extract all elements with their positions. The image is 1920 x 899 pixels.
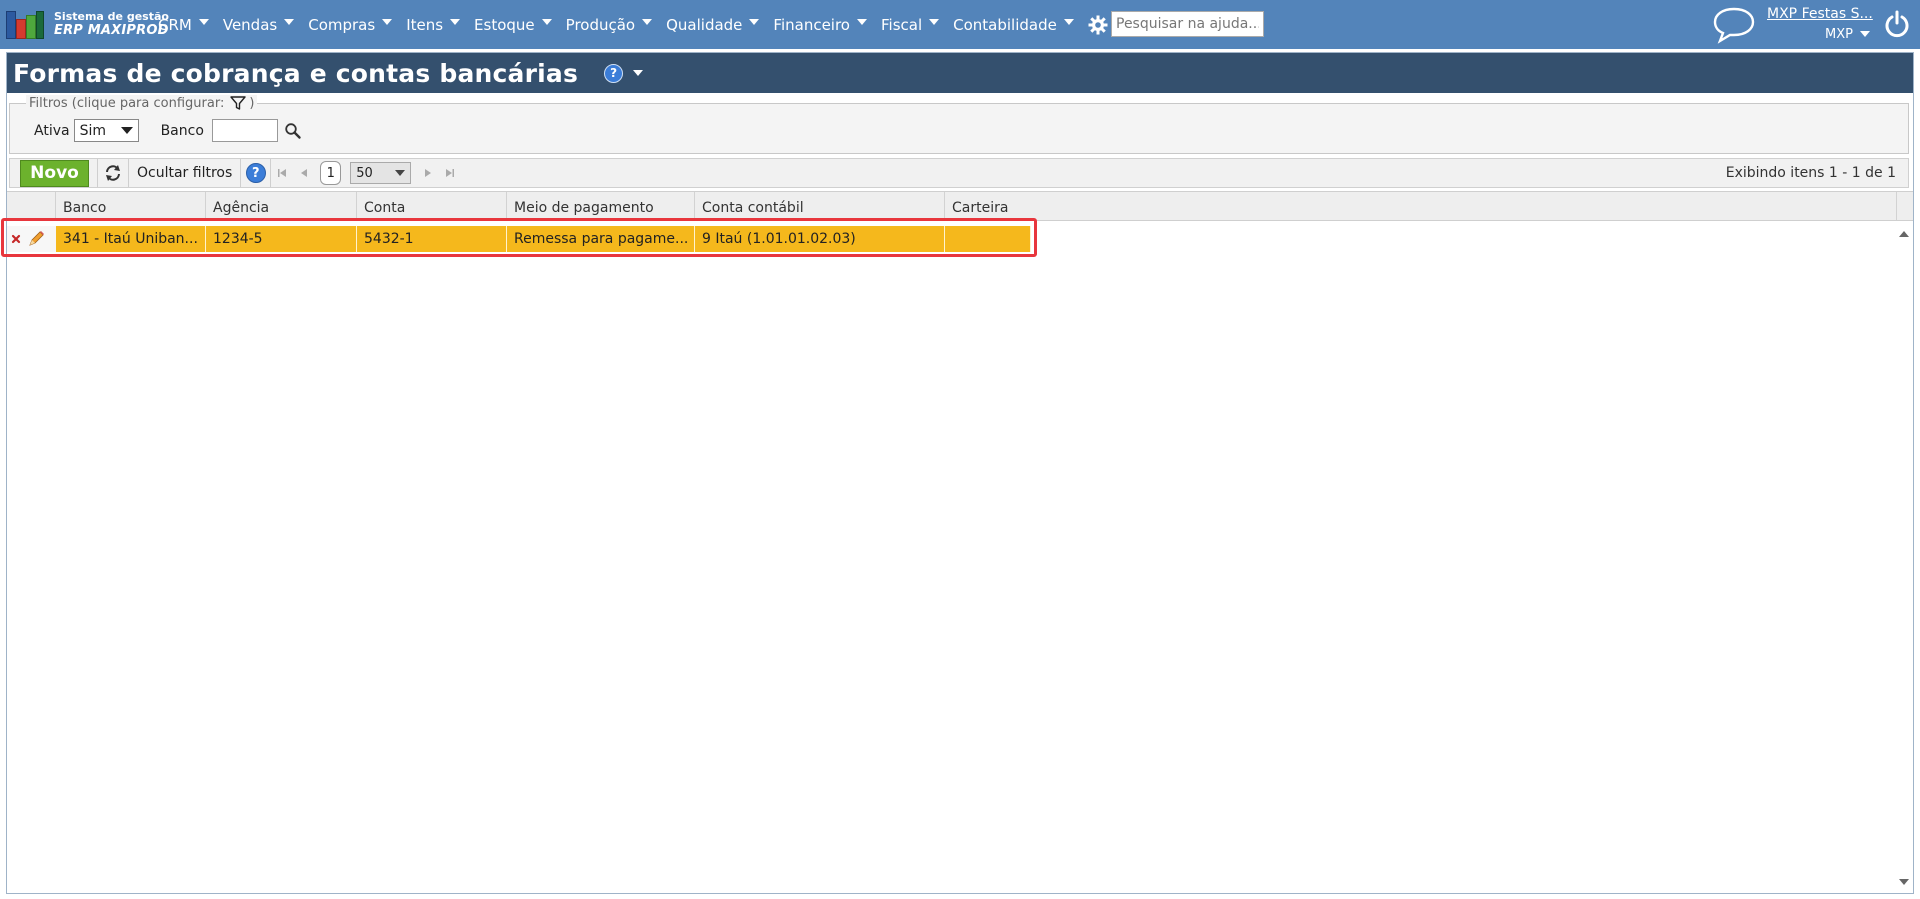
column-header-banco[interactable]: Banco xyxy=(56,192,206,220)
chevron-down-icon xyxy=(929,18,940,25)
menu-compras[interactable]: Compras xyxy=(308,16,393,34)
banco-input[interactable] xyxy=(211,119,278,142)
column-header-conta[interactable]: Conta xyxy=(357,192,507,220)
ativa-select[interactable]: Sim xyxy=(73,119,139,142)
menu-financeiro[interactable]: Financeiro xyxy=(773,16,867,34)
menu-contabilidade[interactable]: Contabilidade xyxy=(953,16,1074,34)
menu-fiscal[interactable]: Fiscal xyxy=(881,16,940,34)
chevron-down-icon xyxy=(120,127,133,134)
actions-column-header xyxy=(7,192,56,220)
menu-producao[interactable]: Produção xyxy=(566,16,653,34)
chevron-down-icon xyxy=(857,18,867,25)
chevron-down-icon xyxy=(198,18,209,25)
filter-row: Ativa Sim Banco xyxy=(34,119,302,142)
column-header-agencia[interactable]: Agência xyxy=(206,192,357,220)
grid-scrollbar[interactable] xyxy=(1895,221,1913,893)
chevron-down-icon xyxy=(1859,30,1870,37)
filters-legend[interactable]: Filtros (clique para configurar: ) xyxy=(26,95,258,111)
grid-help-button[interactable]: ? xyxy=(241,159,272,187)
hide-filters-button[interactable]: Ocultar filtros xyxy=(128,159,242,187)
banco-label: Banco xyxy=(160,122,204,139)
top-navbar: Sistema de gestão ERP MAXIPROD CRM Venda… xyxy=(0,0,1920,49)
user-name-link[interactable]: MXP Festas S... xyxy=(1767,6,1873,22)
refresh-icon xyxy=(106,165,120,181)
chevron-down-icon xyxy=(284,18,295,25)
last-page-button[interactable] xyxy=(439,159,461,187)
novo-button[interactable]: Novo xyxy=(20,159,89,187)
first-page-button[interactable] xyxy=(271,159,293,187)
menu-crm[interactable]: CRM xyxy=(158,16,209,34)
help-icon: ? xyxy=(245,163,266,183)
chevron-down-icon xyxy=(382,18,393,25)
page-title: Formas de cobrança e contas bancárias xyxy=(13,58,579,88)
app-logo[interactable]: Sistema de gestão ERP MAXIPROD xyxy=(6,7,169,41)
help-search-input[interactable] xyxy=(1111,11,1264,37)
current-page-input[interactable]: 1 xyxy=(320,161,342,185)
gear-icon xyxy=(1088,15,1108,34)
filters-panel: Filtros (clique para configurar: ) Ativa… xyxy=(9,95,1909,154)
help-icon[interactable]: ? xyxy=(604,63,624,83)
grid-body: 341 - Itaú Uniban... 1234-5 5432-1 Remes… xyxy=(7,221,1895,893)
prev-page-icon xyxy=(301,169,308,177)
next-page-button[interactable] xyxy=(417,159,439,187)
chevron-down-icon xyxy=(642,18,653,25)
menu-itens[interactable]: Itens xyxy=(406,16,461,34)
grid-toolbar: Novo Ocultar filtros ? 1 50 Exibindo ite… xyxy=(9,158,1909,188)
chevron-down-icon xyxy=(1063,18,1074,25)
row-highlight-annotation xyxy=(1,218,1037,257)
chevron-down-icon xyxy=(749,18,760,25)
logo-line1: Sistema de gestão xyxy=(54,10,169,23)
company-selector[interactable]: MXP xyxy=(1825,27,1870,42)
column-header-carteira[interactable]: Carteira xyxy=(945,192,1897,220)
menu-vendas[interactable]: Vendas xyxy=(223,16,295,34)
filter-icon[interactable] xyxy=(230,95,247,111)
first-page-icon xyxy=(278,169,287,177)
chat-bubble-icon[interactable] xyxy=(1712,6,1756,44)
logo-line2: ERP MAXIPROD xyxy=(54,23,169,38)
page-frame: Formas de cobrança e contas bancárias ? … xyxy=(6,52,1914,894)
chevron-down-icon[interactable] xyxy=(633,70,644,76)
chevron-down-icon xyxy=(450,18,461,25)
main-menu: CRM Vendas Compras Itens Estoque Produçã… xyxy=(158,0,1196,49)
scroll-down-icon[interactable] xyxy=(1895,875,1913,889)
menu-qualidade[interactable]: Qualidade xyxy=(666,16,760,34)
grid-header: Banco Agência Conta Meio de pagamento Co… xyxy=(7,191,1913,221)
logo-mark-icon xyxy=(6,7,44,41)
next-page-icon xyxy=(425,169,432,177)
scroll-up-icon[interactable] xyxy=(1895,227,1913,241)
search-icon[interactable] xyxy=(284,122,302,140)
last-page-icon xyxy=(446,169,455,177)
refresh-button[interactable] xyxy=(98,159,128,187)
page-header: Formas de cobrança e contas bancárias ? xyxy=(7,53,1913,93)
chevron-down-icon xyxy=(541,18,552,25)
power-icon[interactable] xyxy=(1883,10,1911,38)
column-header-conta-contabil[interactable]: Conta contábil xyxy=(695,192,945,220)
ativa-label: Ativa xyxy=(34,122,70,139)
prev-page-button[interactable] xyxy=(293,159,315,187)
chevron-down-icon xyxy=(395,170,406,176)
column-header-meio-pagamento[interactable]: Meio de pagamento xyxy=(507,192,695,220)
menu-estoque[interactable]: Estoque xyxy=(474,16,552,34)
page-size-select[interactable]: 50 xyxy=(350,162,412,184)
items-count-text: Exibindo itens 1 - 1 de 1 xyxy=(1725,165,1896,181)
